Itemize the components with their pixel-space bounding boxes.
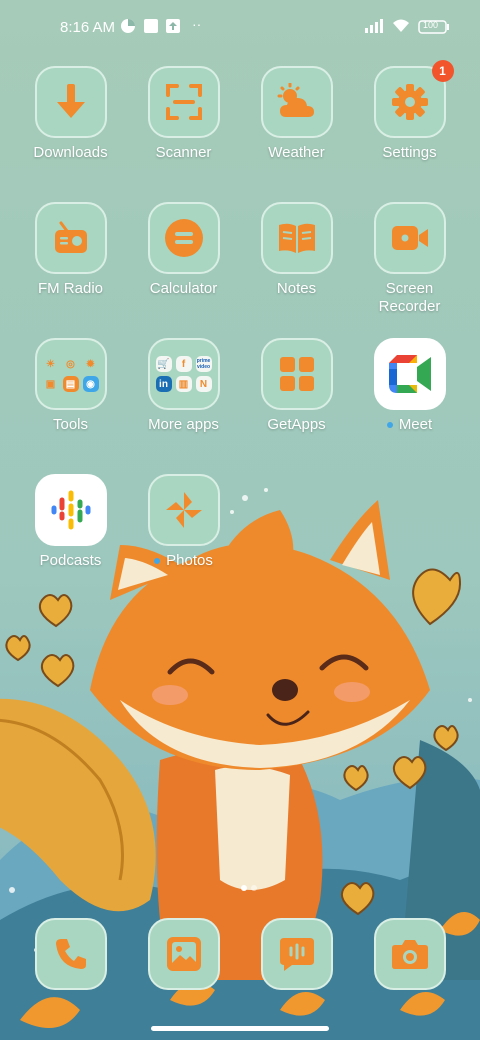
page-indicator[interactable]: [240, 879, 260, 897]
dock-messages[interactable]: [261, 918, 333, 990]
download-arrow-icon: [56, 84, 85, 118]
app-calculator[interactable]: Calculator: [127, 202, 240, 298]
getapps-tile[interactable]: [260, 338, 333, 410]
app-label: More apps: [148, 416, 219, 433]
gallery-icon: [167, 937, 201, 971]
more-apps-folder-tile[interactable]: 🛒 f prime video in ▥ N: [147, 338, 220, 410]
app-getapps[interactable]: GetApps: [240, 338, 353, 434]
notification-badge: 1: [431, 60, 454, 82]
app-label: Downloads: [33, 144, 108, 161]
calculator-icon: [164, 219, 203, 257]
gallery-tile[interactable]: [148, 918, 220, 990]
app-screen-recorder[interactable]: Screen Recorder: [353, 202, 466, 316]
folder-preview: 🛒 f prime video in ▥ N: [155, 356, 212, 392]
app-scanner[interactable]: Scanner: [127, 66, 240, 162]
app-photos[interactable]: Photos: [127, 474, 240, 570]
app-podcasts[interactable]: Podcasts: [14, 474, 127, 570]
app-label: Tools: [52, 416, 89, 433]
app-weather[interactable]: Weather: [240, 66, 353, 162]
app-label: Notes: [276, 280, 317, 297]
scanner-tile[interactable]: [147, 66, 220, 138]
netflix-icon: N: [195, 376, 212, 392]
app-notes[interactable]: Notes: [240, 202, 353, 298]
camera-icon: [392, 940, 428, 969]
timer-icon: ◎: [62, 356, 79, 372]
app-label: Scanner: [155, 144, 212, 161]
app-store-grid-icon: [279, 357, 314, 391]
sun-icon: ☀: [42, 356, 59, 372]
dock-phone[interactable]: [35, 918, 107, 990]
phone-tile[interactable]: [35, 918, 107, 990]
new-install-dot: [154, 558, 161, 565]
shopping-app-icon: 🛒: [155, 356, 172, 372]
dock-camera[interactable]: [374, 918, 446, 990]
photos-tile[interactable]: [147, 474, 220, 546]
calculator-tile[interactable]: [147, 202, 220, 274]
radio-icon: [54, 221, 87, 253]
tools-folder-tile[interactable]: ☀ ◎ ✹ ▣ ▤ ◉: [34, 338, 107, 410]
linkedin-icon: in: [155, 376, 172, 392]
messages-icon: [280, 938, 314, 971]
gear-icon: [391, 84, 428, 120]
sun-cloud-icon: [277, 83, 314, 117]
app-label: Meet: [353, 416, 466, 434]
app-downloads[interactable]: Downloads: [14, 66, 127, 162]
video-camera-icon: [391, 226, 428, 250]
app-label-text: Photos: [166, 552, 213, 569]
app-label: Weather: [268, 144, 325, 161]
open-book-icon: [278, 223, 315, 253]
scanner-frame-icon: [165, 84, 202, 120]
app-settings[interactable]: 1 Settings: [353, 60, 466, 162]
app-label: Photos: [127, 552, 240, 570]
downloads-tile[interactable]: [34, 66, 107, 138]
prime-video-icon: prime video: [195, 356, 212, 372]
dock-gallery[interactable]: [148, 918, 220, 990]
file-manager-icon: ▤: [62, 376, 79, 392]
app-meet[interactable]: Meet: [353, 338, 466, 434]
settings-small-icon: ✹: [82, 356, 99, 372]
folder-tools[interactable]: ☀ ◎ ✹ ▣ ▤ ◉ Tools: [14, 338, 127, 434]
messages-tile[interactable]: [261, 918, 333, 990]
new-install-dot: [386, 422, 393, 429]
office-icon: ▥: [175, 376, 192, 392]
app-label: Podcasts: [39, 552, 102, 569]
podcasts-tile[interactable]: [34, 474, 107, 546]
weather-tile[interactable]: [260, 66, 333, 138]
app-label: Calculator: [149, 280, 218, 297]
security-icon: ◉: [82, 376, 99, 392]
facebook-icon: f: [175, 356, 192, 372]
app-label: Screen Recorder: [378, 280, 441, 315]
app-label: Settings: [382, 144, 437, 161]
app-fm-radio[interactable]: FM Radio: [14, 202, 127, 298]
meet-tile[interactable]: [373, 338, 446, 410]
notes-tile[interactable]: [260, 202, 333, 274]
app-label-text: Meet: [398, 416, 433, 433]
gesture-navigation-bar[interactable]: [151, 1026, 329, 1031]
settings-tile[interactable]: 1: [373, 60, 454, 138]
fm-radio-tile[interactable]: [34, 202, 107, 274]
folder-more-apps[interactable]: 🛒 f prime video in ▥ N More apps: [127, 338, 240, 434]
google-podcasts-icon: [51, 490, 90, 530]
app-label: FM Radio: [37, 280, 104, 297]
google-meet-icon: [388, 355, 431, 393]
folder-preview: ☀ ◎ ✹ ▣ ▤ ◉: [42, 356, 99, 392]
pinwheel-icon: [165, 492, 202, 528]
screen-recorder-tile[interactable]: [373, 202, 446, 274]
app-label: GetApps: [267, 416, 326, 433]
compass-icon: ▣: [42, 376, 59, 392]
camera-tile[interactable]: [374, 918, 446, 990]
phone-icon: [56, 939, 86, 969]
